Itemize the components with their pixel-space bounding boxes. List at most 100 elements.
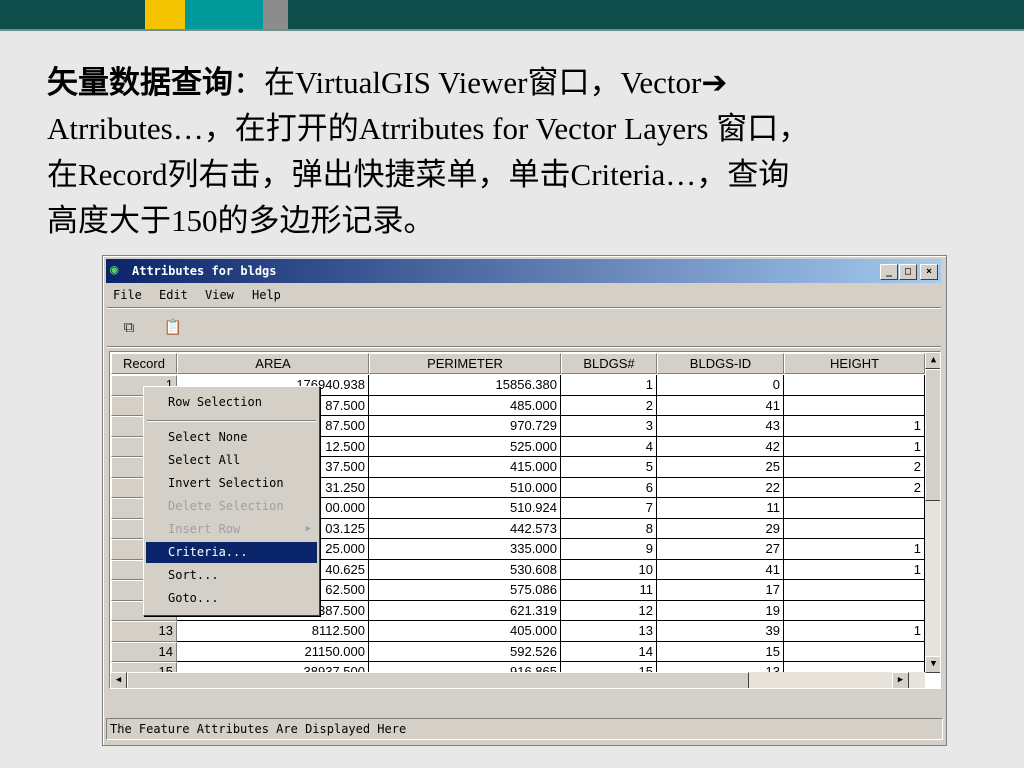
cell-bldgs-num[interactable]: 8 [561, 518, 657, 539]
cell-perimeter[interactable]: 592.526 [369, 641, 561, 662]
horizontal-scroll-thumb[interactable] [127, 672, 749, 688]
cell-perimeter[interactable]: 510.000 [369, 477, 561, 498]
cell-area[interactable]: 8112.500 [177, 621, 369, 642]
accent-block-teal [185, 0, 263, 29]
cell-bldgs-id[interactable]: 39 [657, 621, 784, 642]
menu-view[interactable]: View [205, 288, 234, 302]
column-header-area[interactable]: AREA [177, 353, 369, 374]
cell-bldgs-id[interactable]: 22 [657, 477, 784, 498]
menu-item-sort[interactable]: Sort... [146, 565, 317, 586]
column-header-perimeter[interactable]: PERIMETER [369, 353, 561, 374]
cell-bldgs-id[interactable]: 43 [657, 416, 784, 437]
menu-divider [147, 420, 316, 422]
cell-height[interactable]: 2 [784, 457, 925, 478]
vertical-scroll-thumb[interactable] [925, 369, 940, 501]
column-header-bldgs-num[interactable]: BLDGS# [561, 353, 657, 374]
cell-bldgs-num[interactable]: 4 [561, 436, 657, 457]
menu-item-row-selection[interactable]: Row Selection [146, 392, 317, 413]
scroll-right-icon[interactable]: ▶ [892, 672, 909, 688]
cell-height[interactable] [784, 498, 925, 519]
cell-height[interactable] [784, 641, 925, 662]
cell-height[interactable] [784, 395, 925, 416]
cell-bldgs-id[interactable]: 29 [657, 518, 784, 539]
cell-perimeter[interactable]: 442.573 [369, 518, 561, 539]
cell-perimeter[interactable]: 415.000 [369, 457, 561, 478]
scroll-up-icon[interactable]: ▲ [925, 352, 940, 369]
cell-height[interactable]: 1 [784, 539, 925, 560]
cell-height[interactable] [784, 375, 925, 396]
cell-perimeter[interactable]: 621.319 [369, 600, 561, 621]
cell-height[interactable]: 1 [784, 621, 925, 642]
cell-bldgs-num[interactable]: 9 [561, 539, 657, 560]
menu-item-criteria[interactable]: Criteria... [146, 542, 317, 563]
scroll-down-icon[interactable]: ▼ [925, 656, 940, 673]
cell-bldgs-num[interactable]: 11 [561, 580, 657, 601]
cell-height[interactable]: 2 [784, 477, 925, 498]
cell-perimeter[interactable]: 485.000 [369, 395, 561, 416]
cell-area[interactable]: 21150.000 [177, 641, 369, 662]
cell-bldgs-id[interactable]: 15 [657, 641, 784, 662]
cell-bldgs-num[interactable]: 1 [561, 375, 657, 396]
row-header[interactable]: 14 [111, 641, 177, 662]
cell-perimeter[interactable]: 575.086 [369, 580, 561, 601]
cell-perimeter[interactable]: 530.608 [369, 559, 561, 580]
column-header-height[interactable]: HEIGHT [784, 353, 925, 374]
column-header-record[interactable]: Record [111, 353, 177, 374]
cell-perimeter[interactable]: 970.729 [369, 416, 561, 437]
maximize-button[interactable]: □ [899, 264, 917, 280]
slide-line-1-rest: ：在VirtualGIS Viewer窗口，Vector➔ [233, 65, 728, 100]
menu-item-select-all[interactable]: Select All [146, 450, 317, 471]
menu-item-label: Insert Row [168, 522, 241, 536]
cell-bldgs-id[interactable]: 27 [657, 539, 784, 560]
close-button[interactable]: × [920, 264, 938, 280]
vertical-scrollbar[interactable]: ▲ ▼ [925, 352, 940, 673]
cell-perimeter[interactable]: 525.000 [369, 436, 561, 457]
cell-bldgs-id[interactable]: 17 [657, 580, 784, 601]
cell-bldgs-id[interactable]: 41 [657, 395, 784, 416]
horizontal-scrollbar[interactable]: ◀ ▶ [110, 672, 925, 688]
cell-bldgs-id[interactable]: 41 [657, 559, 784, 580]
menu-item-label: Row Selection [168, 395, 262, 409]
cell-perimeter[interactable]: 405.000 [369, 621, 561, 642]
column-header-bldgs-id[interactable]: BLDGS-ID [657, 353, 784, 374]
resize-grip-icon[interactable]: ⟋ [110, 722, 940, 737]
cell-bldgs-id[interactable]: 25 [657, 457, 784, 478]
cell-bldgs-id[interactable]: 11 [657, 498, 784, 519]
cell-bldgs-num[interactable]: 3 [561, 416, 657, 437]
cell-bldgs-num[interactable]: 10 [561, 559, 657, 580]
menu-item-goto[interactable]: Goto... [146, 588, 317, 609]
slide-top-rule [0, 29, 1024, 31]
cell-bldgs-num[interactable]: 7 [561, 498, 657, 519]
submenu-arrow-icon: ▶ [305, 524, 311, 534]
cell-bldgs-num[interactable]: 6 [561, 477, 657, 498]
menu-edit[interactable]: Edit [159, 288, 188, 302]
paste-icon[interactable]: 📋 [163, 318, 183, 338]
menu-help[interactable]: Help [252, 288, 281, 302]
cell-height[interactable] [784, 518, 925, 539]
window-title: Attributes for bldgs [132, 264, 277, 278]
cell-perimeter[interactable]: 15856.380 [369, 375, 561, 396]
cell-perimeter[interactable]: 510.924 [369, 498, 561, 519]
cell-bldgs-num[interactable]: 13 [561, 621, 657, 642]
cell-bldgs-num[interactable]: 5 [561, 457, 657, 478]
cell-bldgs-num[interactable]: 14 [561, 641, 657, 662]
menu-item-invert-selection[interactable]: Invert Selection [146, 473, 317, 494]
scroll-left-icon[interactable]: ◀ [110, 672, 127, 688]
window-title-bar[interactable]: ◉ Attributes for bldgs _ □ × [106, 259, 941, 283]
cell-height[interactable] [784, 600, 925, 621]
cell-height[interactable]: 1 [784, 559, 925, 580]
minimize-button[interactable]: _ [880, 264, 898, 280]
cell-bldgs-num[interactable]: 12 [561, 600, 657, 621]
menu-file[interactable]: File [113, 288, 142, 302]
cell-perimeter[interactable]: 335.000 [369, 539, 561, 560]
cell-bldgs-id[interactable]: 0 [657, 375, 784, 396]
cell-bldgs-num[interactable]: 2 [561, 395, 657, 416]
cell-bldgs-id[interactable]: 42 [657, 436, 784, 457]
menu-item-select-none[interactable]: Select None [146, 427, 317, 448]
row-header[interactable]: 13 [111, 621, 177, 642]
cell-height[interactable]: 1 [784, 436, 925, 457]
cell-bldgs-id[interactable]: 19 [657, 600, 784, 621]
cell-height[interactable] [784, 580, 925, 601]
cell-height[interactable]: 1 [784, 416, 925, 437]
copy-icon[interactable]: ⧉ [119, 318, 139, 338]
